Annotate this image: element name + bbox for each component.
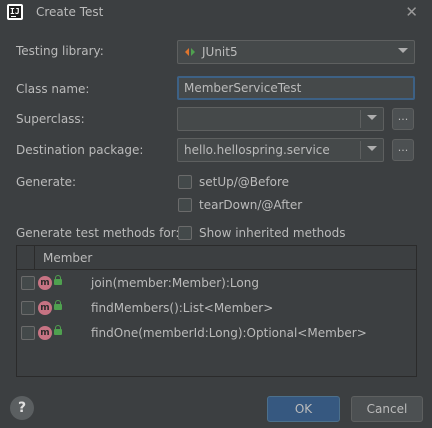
destination-browse-button[interactable]: ... xyxy=(392,139,414,161)
teardown-option[interactable]: tearDown/@After xyxy=(178,198,302,212)
superclass-combo[interactable] xyxy=(177,107,384,131)
title-bar: IJ Create Test ✕ xyxy=(0,0,432,26)
method-icon: m xyxy=(38,301,52,315)
teardown-label: tearDown/@After xyxy=(199,198,303,212)
row-checkbox[interactable] xyxy=(21,301,35,315)
method-icon: m xyxy=(38,276,52,290)
cancel-button[interactable]: Cancel xyxy=(351,396,423,422)
generate-label: Generate: xyxy=(16,175,77,189)
method-label: findOne(memberId:Long):Optional<Member> xyxy=(91,326,367,340)
method-label: findMembers():List<Member> xyxy=(91,301,274,315)
methods-label: Generate test methods for: xyxy=(16,226,180,240)
teardown-checkbox[interactable] xyxy=(178,198,192,212)
show-inherited-option[interactable]: Show inherited methods xyxy=(178,226,346,240)
table-header: Member xyxy=(17,246,416,270)
setup-checkbox[interactable] xyxy=(178,175,192,189)
dialog-title: Create Test xyxy=(36,5,104,19)
chevron-down-icon xyxy=(367,115,377,120)
help-button[interactable]: ? xyxy=(10,396,34,420)
class-name-input[interactable] xyxy=(179,78,413,98)
row-checkbox[interactable] xyxy=(21,276,35,290)
setup-option[interactable]: setUp/@Before xyxy=(178,175,289,189)
close-icon[interactable]: ✕ xyxy=(405,3,418,21)
show-inherited-label: Show inherited methods xyxy=(199,226,346,240)
testing-library-label: Testing library: xyxy=(16,44,104,58)
destination-package-value: hello.hellospring.service xyxy=(184,143,330,157)
member-column-header[interactable]: Member xyxy=(43,251,92,265)
destination-package-label: Destination package: xyxy=(16,143,144,157)
class-name-label: Class name: xyxy=(16,82,90,96)
junit-icon xyxy=(185,48,195,56)
table-row[interactable]: m join(member:Member):Long xyxy=(17,272,416,294)
testing-library-select[interactable]: JUnit5 xyxy=(177,40,415,64)
show-inherited-checkbox[interactable] xyxy=(178,226,192,240)
testing-library-value: JUnit5 xyxy=(202,45,238,59)
superclass-browse-button[interactable]: ... xyxy=(392,108,414,130)
setup-label: setUp/@Before xyxy=(199,175,290,189)
superclass-label: Superclass: xyxy=(16,112,85,126)
table-row[interactable]: m findOne(memberId:Long):Optional<Member… xyxy=(17,322,416,344)
intellij-icon: IJ xyxy=(7,4,23,20)
chevron-down-icon xyxy=(398,48,408,53)
table-row[interactable]: m findMembers():List<Member> xyxy=(17,297,416,319)
method-icon: m xyxy=(38,326,52,340)
method-label: join(member:Member):Long xyxy=(91,276,259,290)
methods-table: Member m join(member:Member):Long m find… xyxy=(16,245,417,377)
ok-button[interactable]: OK xyxy=(267,396,340,422)
destination-package-combo[interactable]: hello.hellospring.service xyxy=(177,138,384,162)
row-checkbox[interactable] xyxy=(21,326,35,340)
class-name-field[interactable] xyxy=(177,76,415,100)
chevron-down-icon xyxy=(367,146,377,151)
